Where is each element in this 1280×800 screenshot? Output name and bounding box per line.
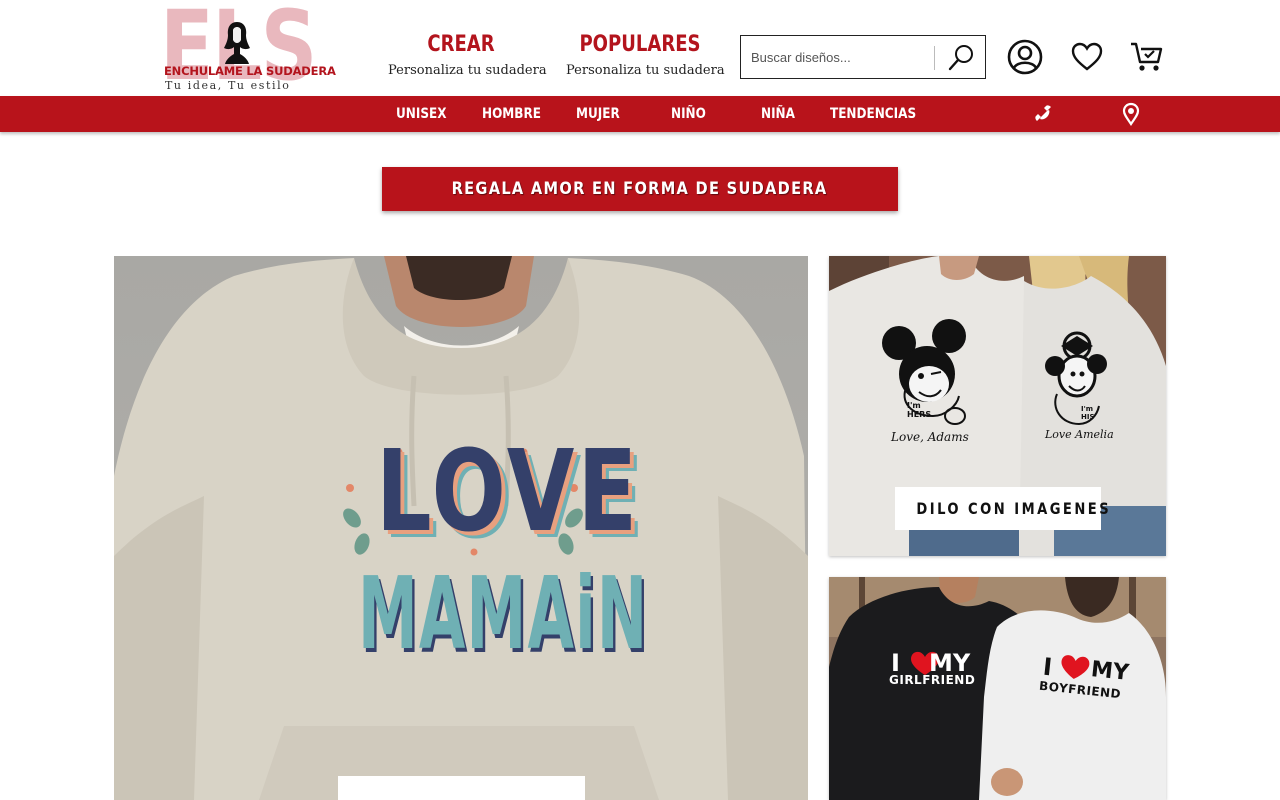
promo-banner[interactable]: REGALA AMOR EN FORMA DE SUDADERA [382,167,898,211]
populares-title: POPULARES [579,32,701,57]
card-dilo-con-imagenes[interactable]: I'm HERS Love, Adams I'm HIS Love Amelia… [829,256,1166,556]
brand-logo[interactable]: ELS ENCHULAME LA SUDADERA Tu idea, Tu es… [160,0,336,108]
card2-left-line3: GIRLFRIEND [889,673,976,687]
hero-image-love-mamain-hoodie[interactable]: LOVE MAMAiN [114,256,808,800]
crear-link[interactable]: CREAR Personaliza tu sudadera [388,32,547,78]
category-menu-bar: UNISEX HOMBRE MUJER NIÑO NIÑA TENDENCIAS [0,96,1280,132]
card-label-text: DILO CON IMAGENES [916,499,1112,518]
search-icon[interactable] [945,42,977,74]
search-input[interactable] [741,36,933,78]
populares-link[interactable]: POPULARES Personaliza tu sudadera [566,32,725,78]
menu-item-nina[interactable]: NIÑA [761,96,795,132]
search-box [740,35,986,79]
heart-icon[interactable] [1068,38,1106,76]
menu-item-unisex[interactable]: UNISEX [396,96,447,132]
menu-item-tendencias[interactable]: TENDENCIAS [830,96,916,132]
menu-item-hombre[interactable]: HOMBRE [482,96,541,132]
crear-title: CREAR [427,32,495,57]
hero-print-line2: MAMAiN [358,555,649,672]
card1-right-caption: I'm HIS [1081,405,1095,421]
promo-banner-text: REGALA AMOR EN FORMA DE SUDADERA [452,179,828,199]
hero-print-line1: LOVE [376,427,641,557]
menu-item-nino[interactable]: NIÑO [671,96,706,132]
phone-icon[interactable] [1032,102,1056,126]
menu-item-mujer[interactable]: MUJER [576,96,620,132]
user-icon[interactable] [1006,38,1044,76]
logo-brand-name: ENCHULAME LA SUDADERA [164,64,336,78]
card1-left-caption: I'm HERS [907,401,932,419]
crear-subtitle: Personaliza tu sudadera [388,63,547,78]
card2-right-line2: MY [1089,657,1131,686]
card-label-dilo-con-imagenes[interactable]: DILO CON IMAGENES [895,487,1109,530]
hero-caption-card[interactable] [338,776,585,800]
card1-left-signature: Love, Adams [891,430,969,444]
populares-subtitle: Personaliza tu sudadera [566,63,725,78]
location-pin-icon[interactable] [1119,102,1143,126]
logo-tagline: Tu idea, Tu estilo [165,79,291,92]
site-header: ELS ENCHULAME LA SUDADERA Tu idea, Tu es… [0,0,1280,96]
cart-icon[interactable] [1128,38,1166,76]
woman-silhouette-icon [224,22,250,64]
card-i-love-my-hoodies[interactable]: I MY GIRLFRIEND I MY BOYFRIEND [829,577,1166,800]
search-divider [934,46,935,70]
card1-right-signature: Love Amelia [1045,428,1114,441]
